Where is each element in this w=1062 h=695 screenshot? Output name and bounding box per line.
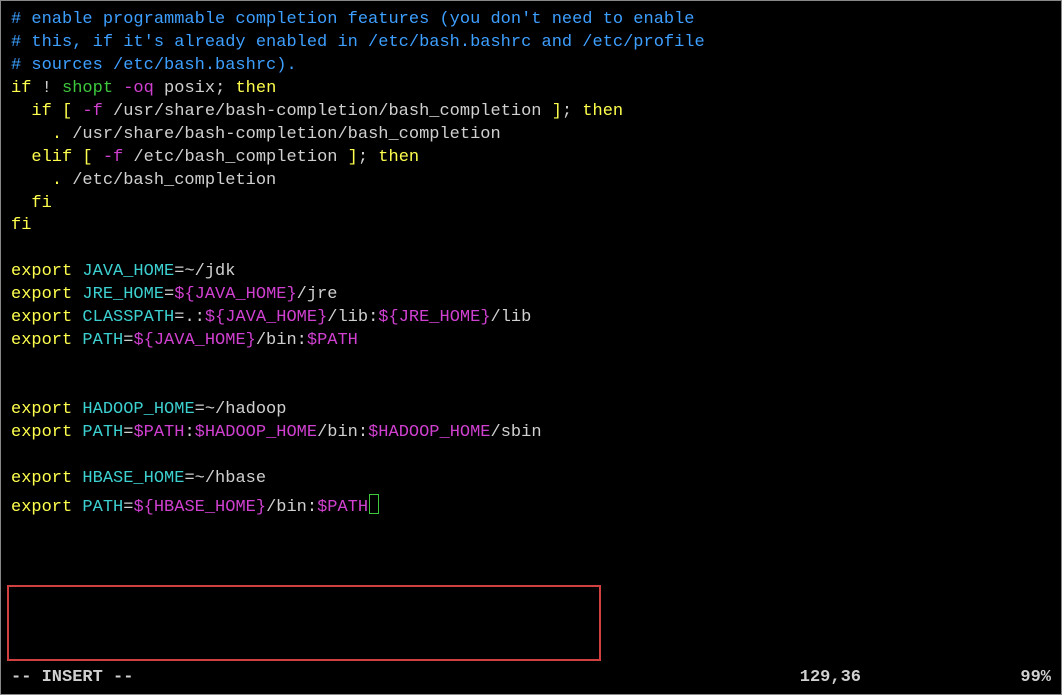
- editor-content[interactable]: # enable programmable completion feature…: [11, 9, 1051, 520]
- code-line: export PATH=$PATH:$HADOOP_HOME/bin:$HADO…: [11, 422, 1051, 445]
- code-line: export HADOOP_HOME=~/hadoop: [11, 399, 1051, 422]
- code-line: . /etc/bash_completion: [11, 170, 1051, 193]
- code-line: if [ -f /usr/share/bash-completion/bash_…: [11, 101, 1051, 124]
- scroll-percent: 99%: [1020, 667, 1051, 690]
- comment-line: # enable programmable completion feature…: [11, 10, 695, 29]
- vim-mode: -- INSERT --: [11, 667, 133, 690]
- code-line: fi: [11, 193, 1051, 216]
- code-line: if ! shopt -oq posix; then: [11, 78, 1051, 101]
- comment-line: # this, if it's already enabled in /etc/…: [11, 33, 705, 52]
- code-line: fi: [11, 215, 1051, 238]
- code-line: elif [ -f /etc/bash_completion ]; then: [11, 147, 1051, 170]
- cursor: [369, 494, 379, 514]
- highlight-annotation: [7, 585, 601, 661]
- cursor-position: 129,36: [800, 667, 861, 690]
- code-line: export JAVA_HOME=~/jdk: [11, 261, 1051, 284]
- comment-line: # sources /etc/bash.bashrc).: [11, 56, 297, 75]
- code-line: export JRE_HOME=${JAVA_HOME}/jre: [11, 284, 1051, 307]
- code-line: export PATH=${JAVA_HOME}/bin:$PATH: [11, 330, 1051, 353]
- code-line: export CLASSPATH=.:${JAVA_HOME}/lib:${JR…: [11, 307, 1051, 330]
- code-line: export HBASE_HOME=~/hbase: [11, 468, 1051, 491]
- code-line: export PATH=${HBASE_HOME}/bin:$PATH: [11, 491, 1051, 520]
- status-bar: -- INSERT -- 129,36 99%: [11, 667, 1051, 690]
- code-line: . /usr/share/bash-completion/bash_comple…: [11, 124, 1051, 147]
